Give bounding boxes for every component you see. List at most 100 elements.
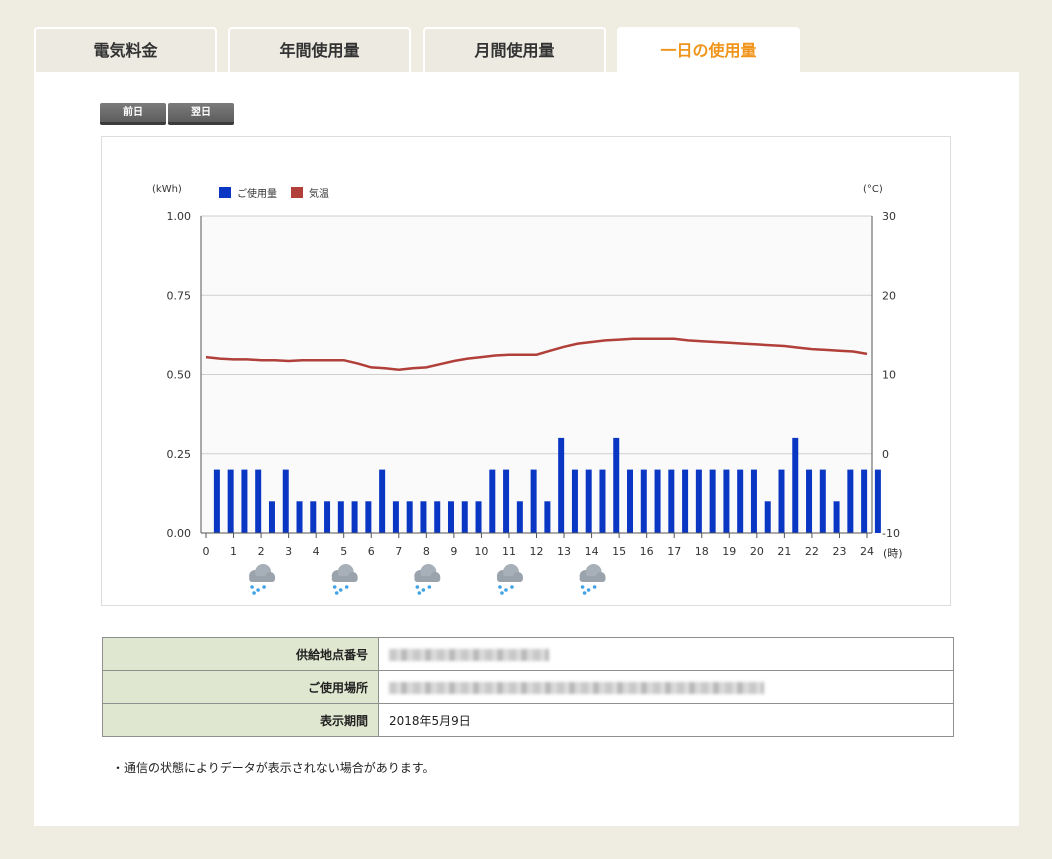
- display-period-label: 表示期間: [102, 703, 379, 737]
- cloud-part: [331, 576, 358, 582]
- x-tick-label: 15: [612, 545, 626, 558]
- right-axis-unit: (°C): [863, 184, 883, 195]
- cloud-part: [249, 576, 276, 582]
- usage-bar: [709, 469, 716, 533]
- raindrop: [344, 585, 349, 589]
- raindrop: [415, 585, 420, 589]
- legend-temperature-label: 気温: [309, 187, 329, 200]
- cloud-part: [496, 576, 523, 582]
- usage-bar: [447, 501, 454, 533]
- x-tick-label: 16: [640, 545, 654, 558]
- raindrop: [500, 591, 504, 595]
- x-tick-label: 12: [530, 545, 544, 558]
- usage-bar: [365, 501, 372, 533]
- raindrop: [256, 588, 260, 592]
- left-axis-unit: (kWh): [152, 184, 182, 195]
- rain-cloud-icon: [331, 564, 358, 595]
- raindrop: [586, 588, 591, 592]
- footnote: ・通信の状態によりデータが表示されない場合があります。: [112, 761, 435, 775]
- x-tick-label: 21: [777, 545, 791, 558]
- rain-cloud-icon: [414, 564, 441, 595]
- usage-bar: [695, 469, 702, 533]
- raindrop: [262, 585, 266, 589]
- left-tick-label: 0.50: [167, 369, 192, 382]
- usage-bar: [544, 501, 551, 533]
- tab-annual-usage[interactable]: 年間使用量: [228, 27, 411, 72]
- x-tick-label: 9: [450, 545, 457, 558]
- usage-bar: [406, 501, 413, 533]
- right-tick-label: -10: [882, 527, 900, 540]
- x-tick-label: 23: [832, 545, 846, 558]
- left-tick-label: 1.00: [167, 210, 192, 223]
- legend-usage-swatch: [219, 187, 231, 198]
- usage-bar: [668, 469, 675, 533]
- usage-bar: [792, 437, 799, 533]
- x-tick-label: 11: [502, 545, 516, 558]
- usage-bar: [847, 469, 854, 533]
- usage-bar: [351, 501, 358, 533]
- legend-usage-label: ご使用量: [237, 187, 277, 200]
- usage-bar: [874, 469, 881, 533]
- left-tick-label: 0.75: [167, 289, 192, 302]
- usage-bar: [268, 501, 275, 533]
- tab-daily-usage[interactable]: 一日の使用量: [617, 27, 800, 72]
- x-tick-label: 3: [285, 545, 292, 558]
- usage-bar: [737, 469, 744, 533]
- usage-location-value: [378, 670, 954, 704]
- right-tick-label: 30: [882, 210, 896, 223]
- x-tick-label: 8: [423, 545, 430, 558]
- right-tick-label: 0: [882, 448, 889, 461]
- raindrop: [498, 585, 502, 589]
- raindrop: [427, 585, 432, 589]
- tab-monthly-usage[interactable]: 月間使用量: [423, 27, 606, 72]
- usage-bar: [558, 437, 565, 533]
- usage-bar: [310, 501, 317, 533]
- legend-temperature-swatch: [291, 187, 303, 198]
- left-tick-label: 0.00: [167, 527, 192, 540]
- raindrop: [252, 591, 256, 595]
- chart-legend: ご使用量 気温: [219, 187, 329, 200]
- usage-bar: [516, 501, 523, 533]
- raindrop: [582, 591, 587, 595]
- usage-location-label: ご使用場所: [102, 670, 379, 704]
- left-tick-label: 0.25: [167, 448, 192, 461]
- x-tick-label: 0: [203, 545, 210, 558]
- usage-bar: [861, 469, 868, 533]
- usage-bar: [475, 501, 482, 533]
- raindrop: [334, 591, 339, 595]
- rain-cloud-icon: [496, 564, 523, 595]
- table-row: ご使用場所: [102, 670, 954, 704]
- x-tick-label: 14: [585, 545, 599, 558]
- usage-bar: [613, 437, 620, 533]
- usage-bar: [640, 469, 647, 533]
- usage-bar: [833, 501, 840, 533]
- x-tick-label: 4: [313, 545, 320, 558]
- raindrop: [250, 585, 254, 589]
- raindrop: [592, 585, 597, 589]
- x-axis-unit: (時): [883, 547, 903, 560]
- raindrop: [504, 588, 508, 592]
- x-tick-label: 2: [258, 545, 265, 558]
- supply-point-value: [378, 637, 954, 671]
- x-tick-label: 6: [368, 545, 375, 558]
- usage-bar: [241, 469, 248, 533]
- raindrop: [338, 588, 343, 592]
- x-tick-label: 17: [667, 545, 681, 558]
- usage-bar: [750, 469, 757, 533]
- usage-bar: [599, 469, 606, 533]
- usage-bar: [489, 469, 496, 533]
- usage-bar: [530, 469, 537, 533]
- tab-electricity-fee[interactable]: 電気料金: [34, 27, 217, 72]
- usage-bar: [461, 501, 468, 533]
- raindrop: [510, 585, 514, 589]
- x-tick-label: 1: [230, 545, 237, 558]
- raindrop: [417, 591, 422, 595]
- usage-bar: [227, 469, 234, 533]
- cloud-part: [414, 576, 441, 582]
- next-day-button[interactable]: 翌日: [168, 103, 234, 125]
- x-tick-label: 22: [805, 545, 819, 558]
- table-row: 供給地点番号: [102, 637, 954, 671]
- prev-day-button[interactable]: 前日: [100, 103, 166, 125]
- info-table: 供給地点番号 ご使用場所 表示期間 2018年5月9日: [102, 637, 954, 737]
- supply-point-label: 供給地点番号: [102, 637, 379, 671]
